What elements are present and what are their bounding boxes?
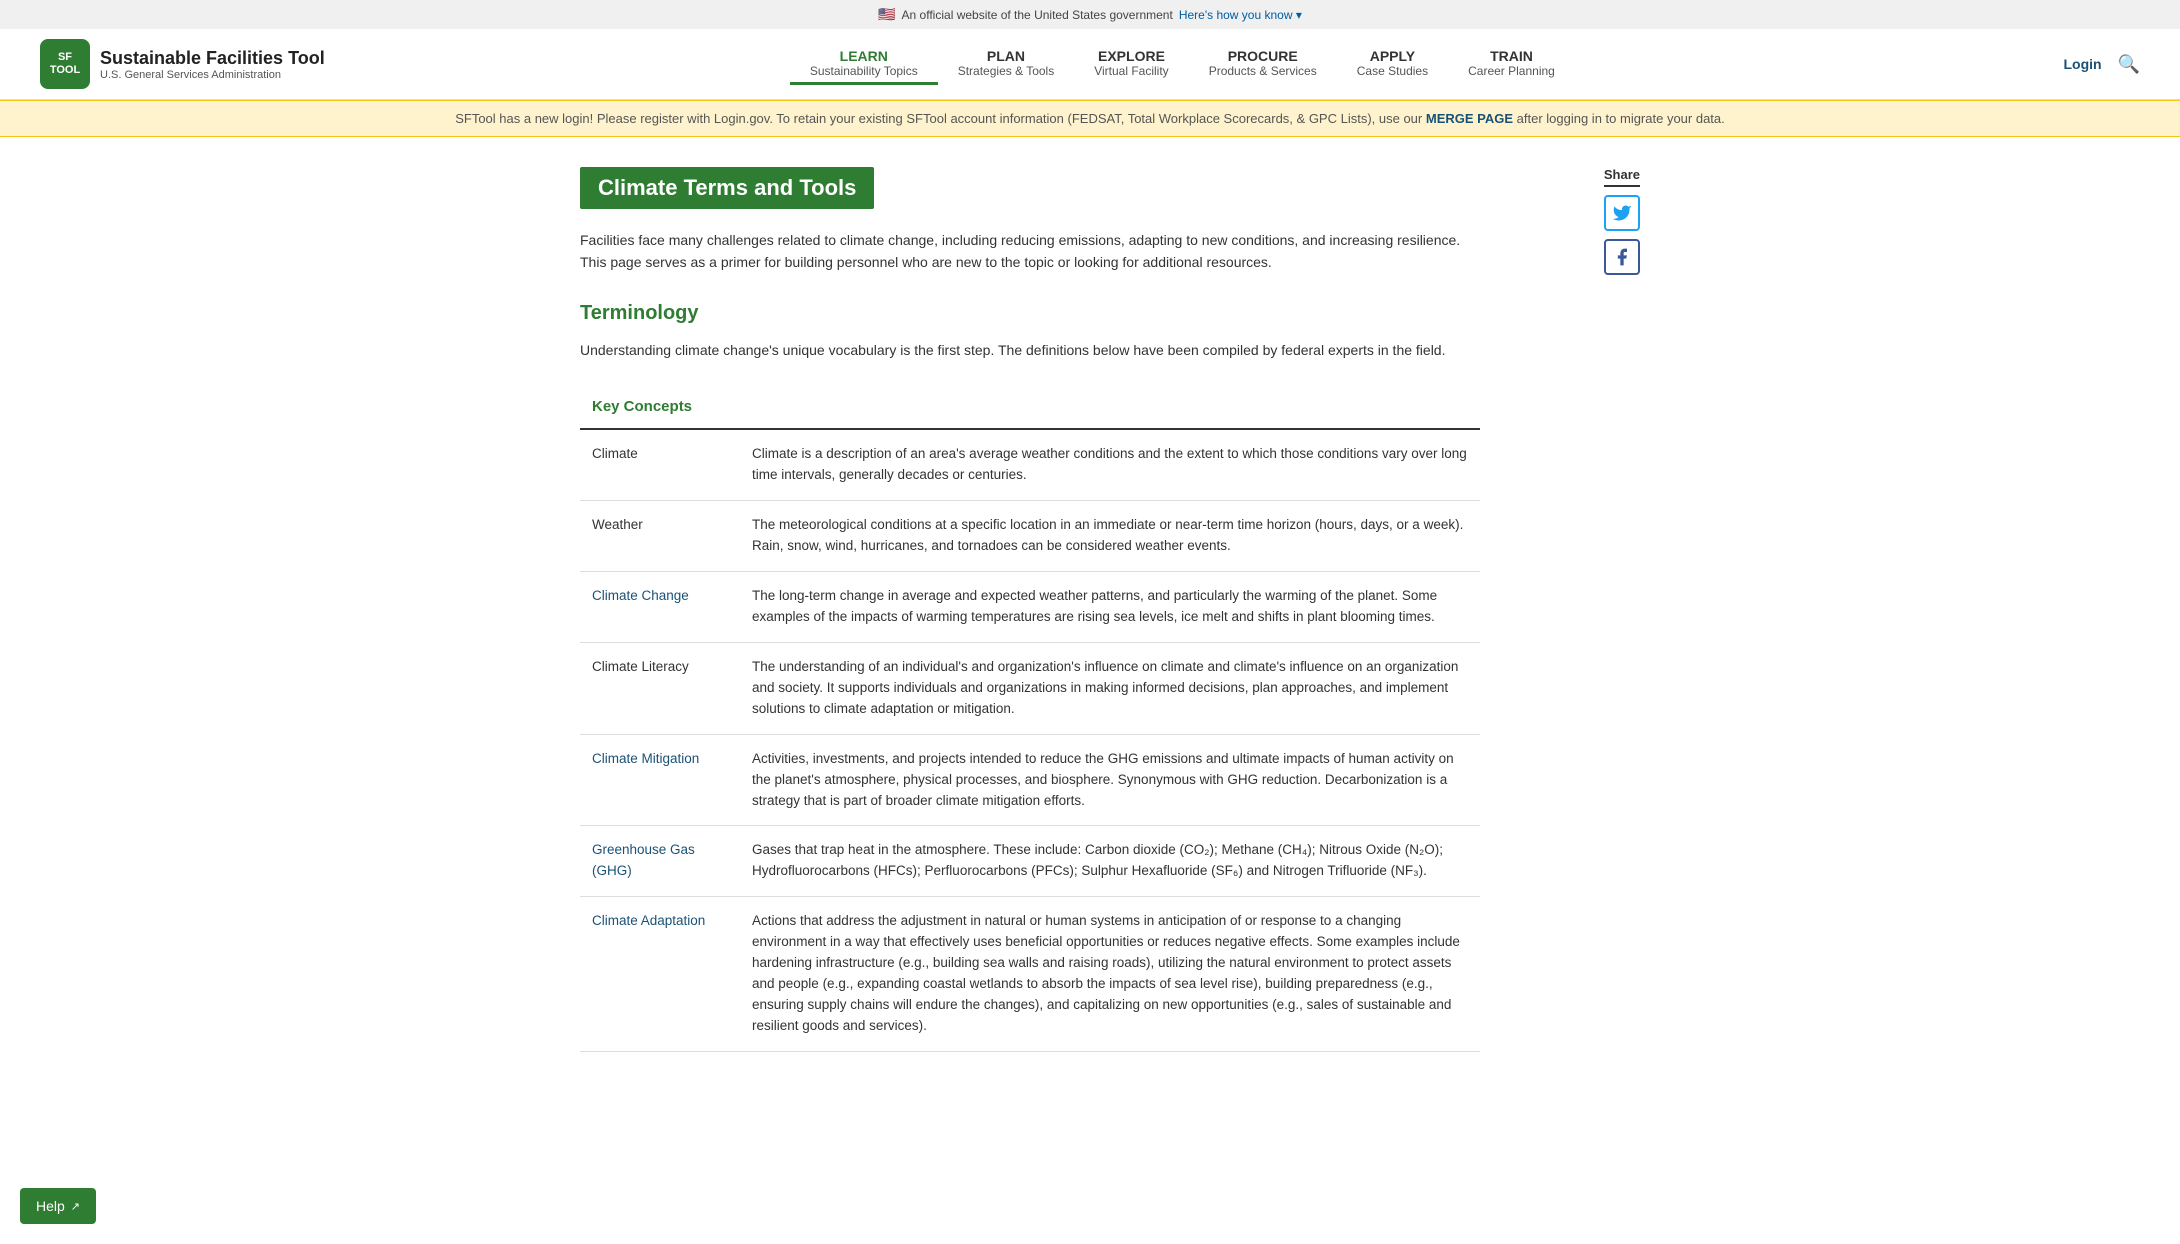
table-row: WeatherThe meteorological conditions at …	[580, 501, 1480, 572]
terminology-intro: Understanding climate change's unique vo…	[580, 339, 1480, 361]
definition-cell: Climate is a description of an area's av…	[740, 429, 1480, 500]
nav-apply-label: APPLY	[1370, 48, 1415, 64]
nav-item-train[interactable]: TRAIN Career Planning	[1448, 44, 1575, 82]
table-row: Climate AdaptationActions that address t…	[580, 897, 1480, 1052]
main-content: Share Climate Terms and Tools Facilities…	[540, 167, 1640, 1052]
term-cell[interactable]: Climate Change	[580, 572, 740, 643]
term-cell: Weather	[580, 501, 740, 572]
alert-text-before: SFTool has a new login! Please register …	[455, 111, 1426, 126]
logo-area: SFTOOL Sustainable Facilities Tool U.S. …	[40, 39, 325, 89]
page-title: Climate Terms and Tools	[580, 167, 874, 209]
nav-train-sub: Career Planning	[1468, 64, 1555, 78]
definition-cell: Activities, investments, and projects in…	[740, 734, 1480, 826]
concepts-table: Key Concepts ClimateClimate is a descrip…	[580, 385, 1480, 1052]
facebook-share-button[interactable]	[1604, 239, 1640, 275]
table-row: Climate ChangeThe long-term change in av…	[580, 572, 1480, 643]
site-name: Sustainable Facilities Tool	[100, 48, 325, 69]
definition-cell: The meteorological conditions at a speci…	[740, 501, 1480, 572]
help-button[interactable]: Help ↗	[20, 1188, 96, 1224]
gov-banner-text: An official website of the United States…	[902, 8, 1173, 22]
nav-procure-label: PROCURE	[1228, 48, 1298, 64]
definition-cell: Gases that trap heat in the atmosphere. …	[740, 826, 1480, 897]
share-sidebar: Share	[1604, 167, 1640, 275]
table-row: ClimateClimate is a description of an ar…	[580, 429, 1480, 500]
nav-item-explore[interactable]: EXPLORE Virtual Facility	[1074, 44, 1188, 82]
term-cell: Climate	[580, 429, 740, 500]
gov-banner: 🇺🇸 An official website of the United Sta…	[0, 0, 2180, 29]
section-title: Terminology	[580, 302, 1600, 325]
help-label: Help	[36, 1198, 65, 1214]
nav-item-learn[interactable]: LEARN Sustainability Topics	[790, 44, 938, 85]
alert-text-after: after logging in to migrate your data.	[1513, 111, 1725, 126]
login-link[interactable]: Login	[2063, 56, 2101, 72]
definition-cell: The understanding of an individual's and…	[740, 642, 1480, 734]
merge-page-link[interactable]: MERGE PAGE	[1426, 111, 1513, 126]
heres-how-you-know-link[interactable]: Here's how you know ▾	[1179, 8, 1302, 22]
alert-banner: SFTool has a new login! Please register …	[0, 100, 2180, 137]
term-cell: Climate Literacy	[580, 642, 740, 734]
site-sub: U.S. General Services Administration	[100, 69, 325, 81]
nav-plan-sub: Strategies & Tools	[958, 64, 1055, 78]
share-label: Share	[1604, 167, 1640, 187]
header: SFTOOL Sustainable Facilities Tool U.S. …	[0, 29, 2180, 100]
nav-item-procure[interactable]: PROCURE Products & Services	[1189, 44, 1337, 82]
main-nav: LEARN Sustainability Topics PLAN Strateg…	[325, 44, 2040, 85]
intro-text: Facilities face many challenges related …	[580, 229, 1480, 274]
nav-explore-label: EXPLORE	[1098, 48, 1165, 64]
term-cell[interactable]: Climate Adaptation	[580, 897, 740, 1052]
term-cell[interactable]: Greenhouse Gas (GHG)	[580, 826, 740, 897]
nav-apply-sub: Case Studies	[1357, 64, 1428, 78]
table-row: Climate MitigationActivities, investment…	[580, 734, 1480, 826]
table-row: Climate LiteracyThe understanding of an …	[580, 642, 1480, 734]
nav-item-apply[interactable]: APPLY Case Studies	[1337, 44, 1448, 82]
nav-learn-sub: Sustainability Topics	[810, 64, 918, 78]
us-flag-icon: 🇺🇸	[878, 6, 895, 23]
nav-plan-label: PLAN	[987, 48, 1025, 64]
nav-procure-sub: Products & Services	[1209, 64, 1317, 78]
sftool-logo-icon: SFTOOL	[40, 39, 90, 89]
definition-cell: Actions that address the adjustment in n…	[740, 897, 1480, 1052]
search-button[interactable]: 🔍	[2118, 54, 2140, 75]
nav-item-plan[interactable]: PLAN Strategies & Tools	[938, 44, 1075, 82]
table-row: Greenhouse Gas (GHG)Gases that trap heat…	[580, 826, 1480, 897]
table-header: Key Concepts	[580, 385, 1480, 429]
header-right: Login 🔍	[2040, 54, 2140, 75]
external-link-icon: ↗	[71, 1200, 80, 1213]
nav-learn-label: LEARN	[840, 48, 888, 64]
logo-text: Sustainable Facilities Tool U.S. General…	[100, 48, 325, 81]
definition-cell: The long-term change in average and expe…	[740, 572, 1480, 643]
nav-train-label: TRAIN	[1490, 48, 1533, 64]
nav-explore-sub: Virtual Facility	[1094, 64, 1168, 78]
twitter-share-button[interactable]	[1604, 195, 1640, 231]
term-cell[interactable]: Climate Mitigation	[580, 734, 740, 826]
